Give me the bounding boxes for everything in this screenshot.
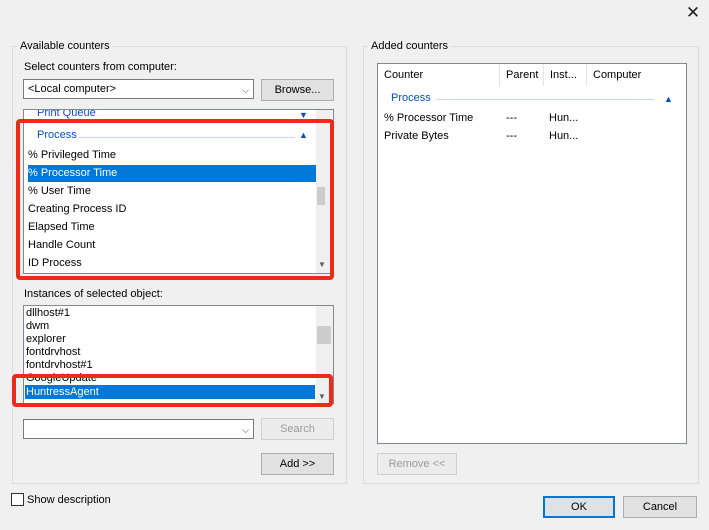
instances-listbox[interactable]: dllhost#1 dwm explorer fontdrvhost fontd… <box>23 305 334 404</box>
instance-item[interactable]: GoogleUpdate <box>26 372 97 385</box>
counter-item-label: ID Process <box>28 257 82 269</box>
instance-item-label: explorer <box>26 333 66 345</box>
added-counters-title: Added counters <box>368 40 452 52</box>
category-divider <box>436 99 654 100</box>
added-row-counter[interactable]: Private Bytes <box>384 130 449 142</box>
instance-item[interactable]: dwm <box>26 320 49 333</box>
category-divider <box>79 137 295 138</box>
counters-scrollbar-thumb[interactable] <box>317 187 325 205</box>
chevron-down-icon: ⌵ <box>242 85 249 95</box>
instance-item-label: fontdrvhost#1 <box>26 359 93 371</box>
available-counters-title: Available counters <box>17 40 113 52</box>
chevron-up-icon[interactable]: ▲ <box>664 94 673 104</box>
chevron-up-icon[interactable]: ▲ <box>299 130 308 140</box>
category-process[interactable]: Process <box>37 127 307 144</box>
search-combobox[interactable]: ⌵ <box>23 419 254 439</box>
chevron-down-icon: ⌵ <box>242 425 249 435</box>
cancel-button[interactable]: Cancel <box>623 496 697 518</box>
instance-item[interactable]: dllhost#1 <box>26 307 70 320</box>
instance-item-label: GoogleUpdate <box>26 372 97 384</box>
scroll-down-icon[interactable]: ▼ <box>316 260 328 269</box>
counter-item-label: Creating Process ID <box>28 203 127 215</box>
counter-item[interactable]: Elapsed Time <box>28 219 316 236</box>
column-header-parent[interactable]: Parent <box>500 64 544 86</box>
added-row-parent: --- <box>506 130 517 142</box>
browse-button[interactable]: Browse... <box>261 79 334 101</box>
column-header-computer[interactable]: Computer <box>587 64 686 86</box>
counter-item-label: % User Time <box>28 185 91 197</box>
counter-item-label: % Privileged Time <box>28 149 117 161</box>
counter-item-label: Elapsed Time <box>28 221 95 233</box>
counter-item[interactable]: ID Process <box>28 255 316 272</box>
added-row-parent: --- <box>506 112 517 124</box>
counter-item[interactable]: Creating Process ID <box>28 201 316 218</box>
add-button[interactable]: Add >> <box>261 453 334 475</box>
instances-label: Instances of selected object: <box>24 288 163 300</box>
instance-item[interactable]: fontdrvhost <box>26 346 80 359</box>
counter-item[interactable]: Handle Count <box>28 237 316 254</box>
scroll-down-icon[interactable]: ▼ <box>316 392 328 401</box>
close-button[interactable]: ✕ <box>683 4 703 24</box>
added-row-instance: Hun... <box>549 130 579 142</box>
added-row-counter[interactable]: % Processor Time <box>384 112 473 124</box>
instance-item[interactable]: explorer <box>26 333 66 346</box>
select-computer-label: Select counters from computer: <box>24 61 177 73</box>
counter-item-selected[interactable]: % Processor Time <box>28 165 316 182</box>
ok-button[interactable]: OK <box>543 496 615 518</box>
instance-item-label: fontdrvhost <box>26 346 81 358</box>
search-button[interactable]: Search <box>261 418 334 440</box>
instance-item-label: dllhost#1 <box>26 307 71 319</box>
chevron-down-icon[interactable]: ▼ <box>299 110 308 120</box>
category-print-queue-label: Print Queue <box>37 109 96 119</box>
added-counters-list[interactable]: Counter Parent Inst... Computer Process … <box>377 63 687 444</box>
instance-item-label: dwm <box>26 320 50 332</box>
instances-scrollbar-thumb[interactable] <box>317 326 331 344</box>
category-print-queue[interactable]: Print Queue <box>37 109 96 122</box>
instance-item-selected[interactable]: HuntressAgent <box>25 385 315 399</box>
added-row-instance: Hun... <box>549 112 579 124</box>
show-description-label[interactable]: Show description <box>27 494 111 506</box>
column-header-instance[interactable]: Inst... <box>544 64 587 86</box>
column-header-counter[interactable]: Counter <box>378 64 500 86</box>
counter-item-label: % Processor Time <box>28 167 118 179</box>
instance-item-label: HuntressAgent <box>26 386 99 398</box>
instances-scrollbar[interactable] <box>316 306 333 403</box>
counter-item[interactable]: % User Time <box>28 183 316 200</box>
counter-item[interactable]: % Privileged Time <box>28 147 316 164</box>
instance-item[interactable]: fontdrvhost#1 <box>26 359 93 372</box>
computer-combobox[interactable]: <Local computer> ⌵ <box>23 79 254 99</box>
remove-button[interactable]: Remove << <box>377 453 457 475</box>
added-category-process[interactable]: Process <box>391 92 431 104</box>
counters-listbox[interactable]: Print Queue ▼ Process ▲ % Privileged Tim… <box>23 109 334 274</box>
show-description-checkbox[interactable] <box>11 493 24 506</box>
category-process-label: Process <box>37 129 77 141</box>
counter-item-label: Handle Count <box>28 239 96 251</box>
computer-combobox-value: <Local computer> <box>28 83 117 95</box>
